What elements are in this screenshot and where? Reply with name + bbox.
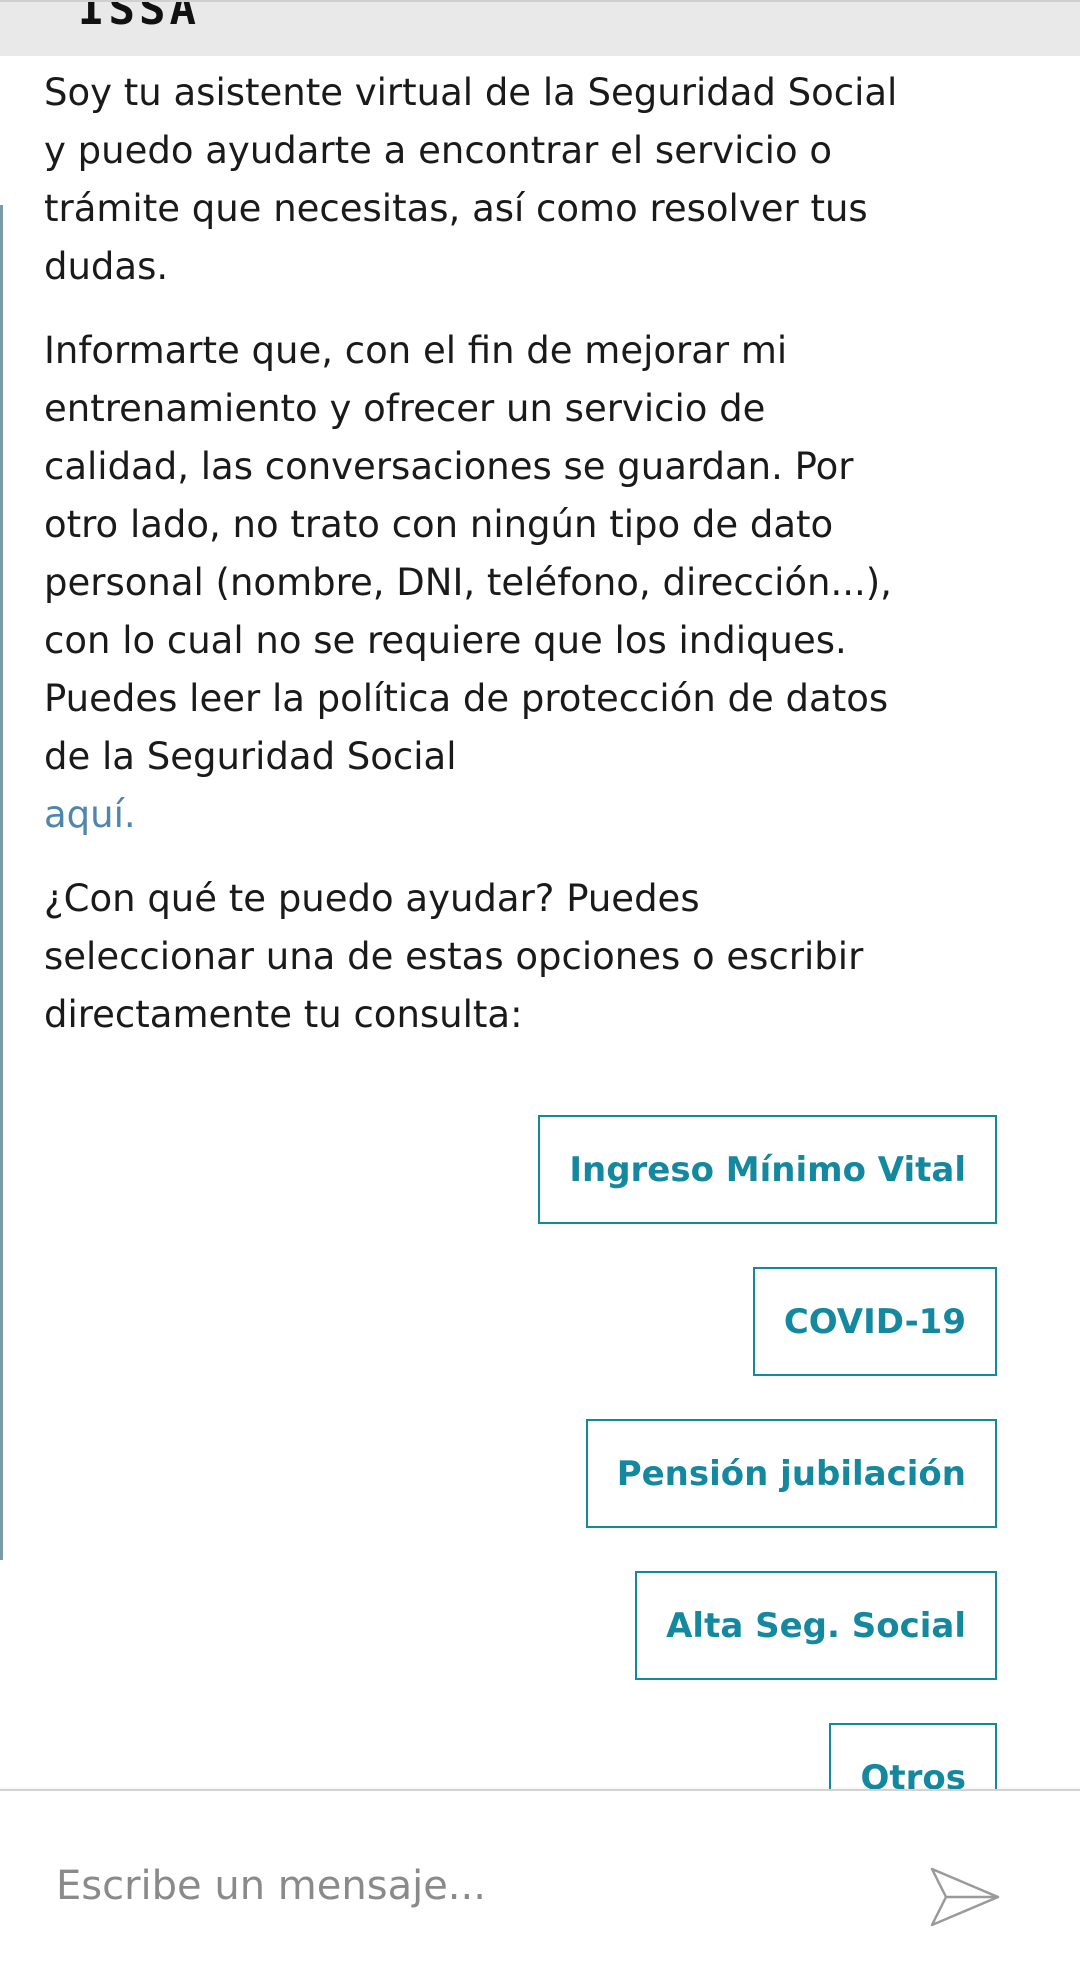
top-bar: ISSA xyxy=(0,0,1080,56)
message-paragraph-intro: Soy tu asistente virtual de la Seguridad… xyxy=(44,71,898,288)
message-paragraph-privacy: Informarte que, con el fin de mejorar mi… xyxy=(44,322,904,844)
message-accent-rule xyxy=(0,205,3,1560)
send-button[interactable] xyxy=(928,1863,1002,1931)
option-ingreso-minimo-vital[interactable]: Ingreso Mínimo Vital xyxy=(538,1115,997,1224)
message-input[interactable] xyxy=(56,1851,896,1921)
message-paragraph-prompt: ¿Con qué te puedo ayudar? Puedes selecci… xyxy=(44,877,864,1036)
option-covid-19[interactable]: COVID-19 xyxy=(752,1267,997,1376)
bot-message: Soy tu asistente virtual de la Seguridad… xyxy=(44,64,904,1070)
privacy-policy-link[interactable]: aquí. xyxy=(44,793,136,836)
option-alta-seg-social[interactable]: Alta Seg. Social xyxy=(635,1571,997,1680)
option-pension-jubilacion[interactable]: Pensión jubilación xyxy=(585,1419,997,1528)
brand-logo: ISSA xyxy=(78,0,200,35)
quick-reply-options: Ingreso Mínimo Vital COVID-19 Pensión ju… xyxy=(538,1115,997,1875)
message-composer xyxy=(0,1789,1080,1984)
privacy-text: Informarte que, con el fin de mejorar mi… xyxy=(44,329,892,778)
send-icon xyxy=(930,1867,1000,1927)
